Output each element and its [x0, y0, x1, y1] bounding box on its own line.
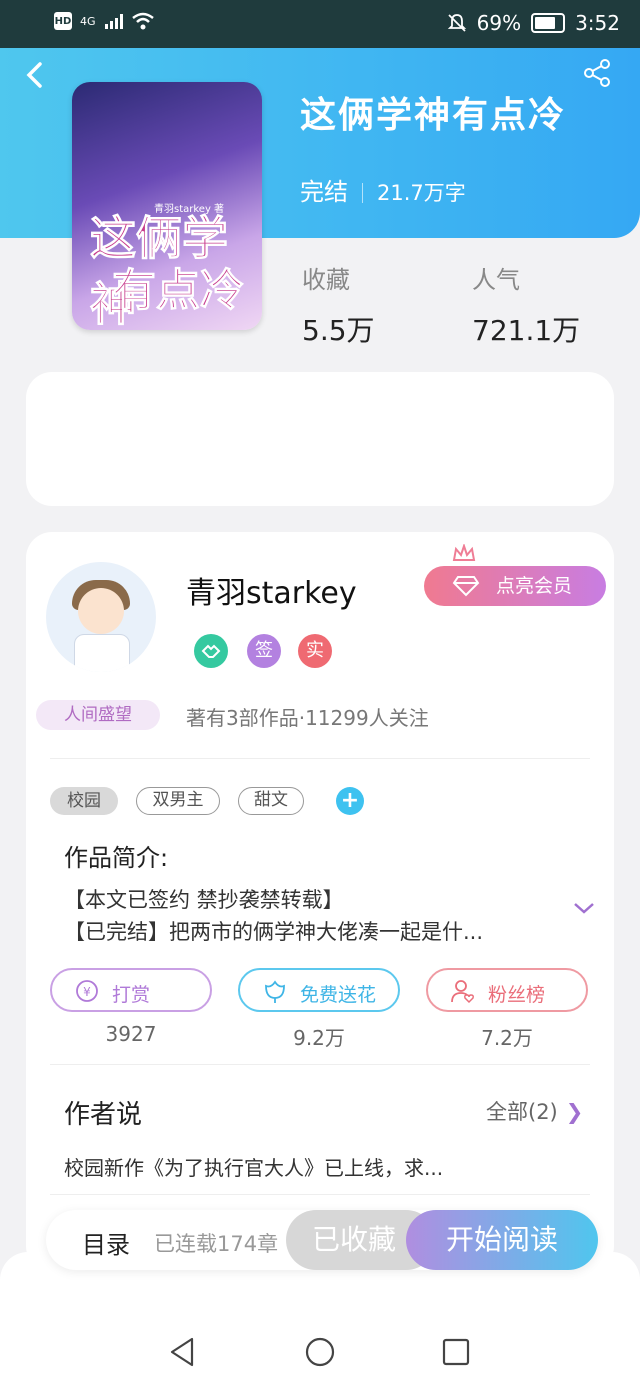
intro-heading: 作品简介: — [64, 844, 169, 872]
nav-back-icon[interactable] — [168, 1336, 196, 1368]
divider — [50, 758, 590, 759]
chevron-down-icon — [574, 903, 594, 914]
author-avatar[interactable] — [46, 562, 156, 672]
system-nav-bar — [0, 1252, 640, 1387]
tip-button[interactable]: ¥ 打赏 — [50, 968, 212, 1012]
tag-item[interactable]: 甜文 — [238, 787, 304, 815]
battery-percent: 69% — [476, 11, 522, 35]
author-works-info: 著有3部作品·11299人关注 — [186, 706, 429, 730]
vip-label: 点亮会员 — [496, 575, 573, 597]
mute-bell-icon — [447, 14, 466, 32]
verified-badge: 实 — [298, 634, 332, 668]
user-heart-icon — [451, 980, 474, 1004]
send-flower-button[interactable]: 免费送花 — [238, 968, 400, 1012]
author-says-heading: 作者说 — [64, 1100, 143, 1130]
intro-line: 【已完结】把两市的俩学神大佬凑一起是什... — [64, 920, 484, 944]
share-icon — [584, 59, 610, 87]
network-indicator: 4G — [80, 14, 96, 28]
view-all-label: 全部(2) — [486, 1100, 558, 1124]
start-reading-button[interactable]: 开始阅读 — [406, 1210, 598, 1270]
flower-count: 9.2万 — [293, 1026, 345, 1050]
collect-value: 5.5万 — [302, 314, 375, 347]
handshake-icon — [201, 644, 221, 658]
add-tag-button[interactable]: + — [336, 787, 364, 815]
popularity-stat: 人气 721.1万 — [472, 260, 580, 349]
toc-button[interactable]: 目录 — [82, 1225, 130, 1260]
signal-icon — [104, 14, 123, 29]
intro-text[interactable]: 【本文已签约 禁抄袭禁转载】 【已完结】把两市的俩学神大佬凑一起是什... — [64, 884, 554, 948]
hd-indicator: HD — [54, 12, 72, 30]
author-says-content[interactable]: 校园新作《为了执行官大人》已上线，求... — [64, 1152, 443, 1181]
yuan-coin-icon: ¥ — [76, 980, 98, 1002]
cover-title-line2: 有点冷 — [112, 265, 245, 317]
clock: 3:52 — [575, 11, 620, 35]
popularity-value: 721.1万 — [472, 314, 581, 347]
tag-item[interactable]: 校园 — [50, 787, 118, 815]
wifi-icon — [131, 12, 154, 30]
book-cover[interactable]: 青羽starkey 著 这俩学神 有点冷 — [72, 82, 262, 330]
crown-icon — [452, 544, 476, 561]
handshake-badge — [194, 634, 228, 668]
diamond-icon — [452, 576, 480, 597]
share-button[interactable] — [582, 58, 612, 92]
nav-recents-icon[interactable] — [442, 1338, 470, 1366]
blank-card — [26, 372, 614, 506]
status-bar: HD 4G 69% 3:52 — [0, 0, 640, 48]
tip-label: 打赏 — [112, 984, 151, 1006]
book-title: 这俩学神有点冷 — [300, 95, 567, 136]
author-title-badge: 人间盛望 — [36, 700, 160, 730]
battery-icon — [531, 13, 566, 33]
author-name[interactable]: 青羽starkey — [186, 568, 357, 612]
nav-home-icon[interactable] — [304, 1336, 336, 1368]
collect-label: 收藏 — [302, 266, 350, 294]
intro-line: 【本文已签约 禁抄袭禁转载】 — [64, 888, 344, 912]
divider — [50, 1064, 590, 1065]
svg-text:¥: ¥ — [83, 985, 91, 999]
flower-icon — [265, 980, 285, 1003]
fan-ranking-count: 7.2万 — [481, 1026, 533, 1050]
popularity-label: 人气 — [472, 266, 520, 294]
signed-badge: 签 — [247, 634, 281, 668]
chevron-left-icon — [26, 62, 42, 88]
serial-info: 已连载174章 — [154, 1232, 279, 1256]
chevron-right-icon: ❯ — [565, 1100, 584, 1124]
back-button[interactable] — [24, 58, 46, 98]
vip-button[interactable]: 点亮会员 — [424, 566, 606, 606]
word-count: 21.7万字 — [377, 181, 466, 205]
fan-ranking-button[interactable]: 粉丝榜 — [426, 968, 588, 1012]
tag-item[interactable]: 双男主 — [136, 787, 220, 815]
expand-intro-button[interactable] — [572, 900, 596, 920]
divider — [50, 1194, 590, 1195]
view-all-button[interactable]: 全部(2) ❯ — [486, 1096, 583, 1126]
fan-ranking-label: 粉丝榜 — [488, 984, 546, 1006]
collect-stat: 收藏 5.5万 — [302, 260, 375, 349]
flower-label: 免费送花 — [300, 984, 377, 1006]
tip-count: 3927 — [105, 1022, 157, 1046]
book-status: 完结 — [300, 178, 348, 206]
book-status-row: 完结 21.7万字 — [300, 172, 466, 207]
